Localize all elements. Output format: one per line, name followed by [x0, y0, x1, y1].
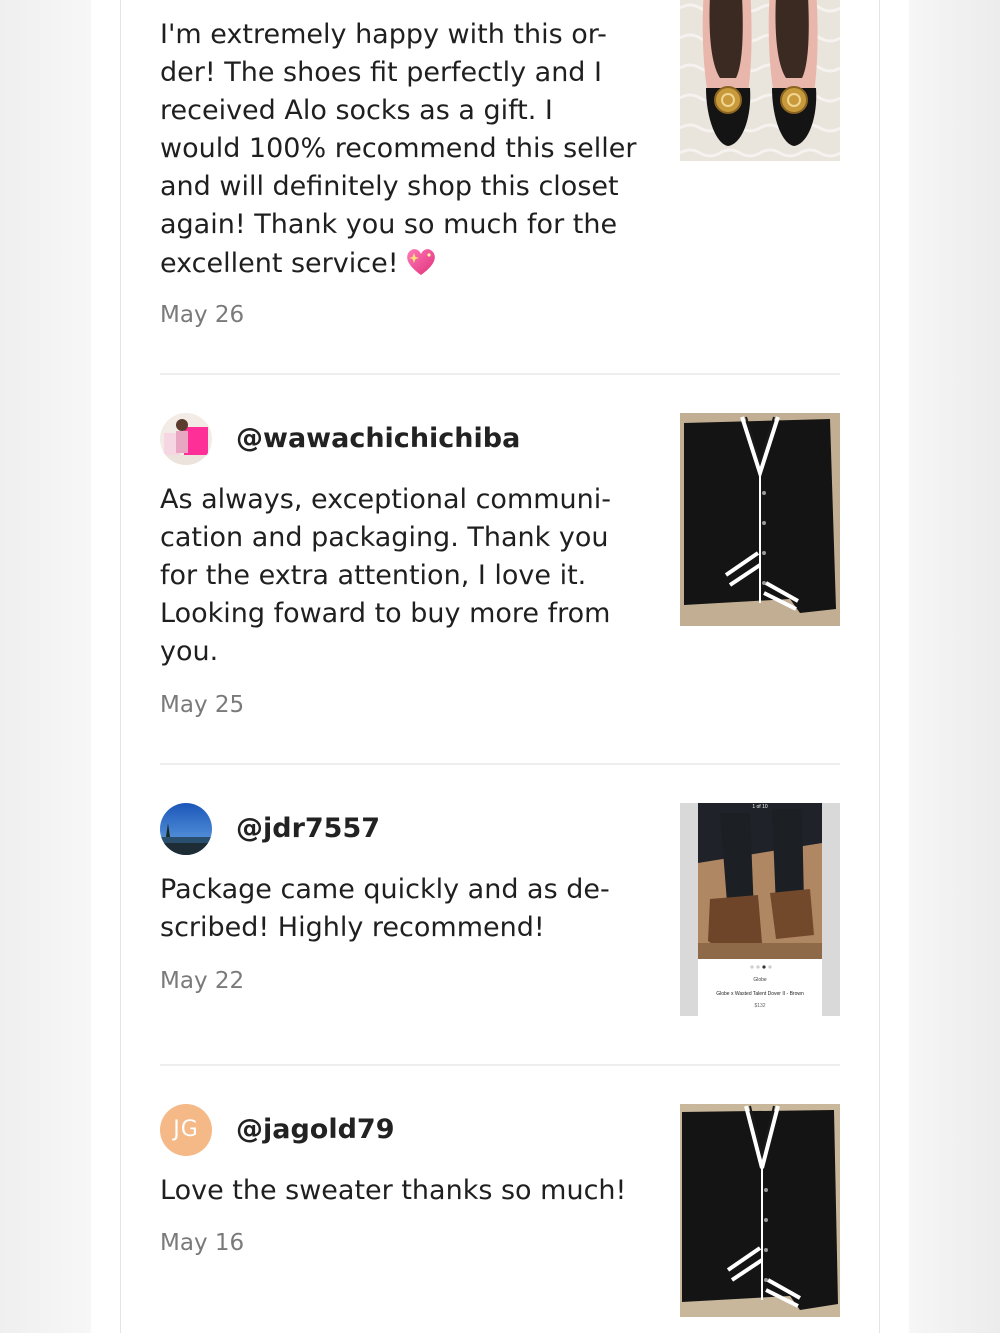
review-text: As always, exceptional communi- cation a… [160, 484, 612, 667]
avatar[interactable] [160, 803, 212, 855]
username[interactable]: @jdr7557 [236, 811, 380, 847]
avatar[interactable] [160, 413, 212, 465]
photo-price: $132 [754, 1003, 765, 1009]
review-photo[interactable]: 1 of 10 Globe Globe x Wasted Talent Dove… [680, 803, 840, 1016]
review-item: JG @jagold79 Love the sweater thanks so … [160, 1104, 840, 1333]
page: I'm extremely happy with this or- der! T… [0, 0, 1000, 1333]
review-photo[interactable] [680, 0, 840, 161]
review-date: May 16 [160, 1230, 245, 1256]
sparkling-heart-icon [403, 244, 439, 289]
review-date: May 25 [160, 692, 245, 718]
review-header: JG @jagold79 [160, 1104, 660, 1158]
review-header: @wawachichichiba [160, 413, 660, 467]
review-date: May 22 [160, 968, 245, 994]
divider [160, 373, 840, 375]
review-item: @wawachichichiba As always, exceptional … [160, 413, 840, 733]
username[interactable]: @jagold79 [236, 1112, 395, 1148]
review-text: Love the sweater thanks so much! [160, 1175, 627, 1206]
review-date: May 26 [160, 302, 245, 328]
review-item: I'm extremely happy with this or- der! T… [160, 0, 840, 360]
review-item: @jdr7557 Package came quickly and as de-… [160, 803, 840, 1033]
photo-title: Globe x Wasted Talent Dover II - Brown [716, 991, 804, 997]
review-text: Package came quickly and as de- scribed!… [160, 874, 610, 943]
review-photo[interactable] [680, 1104, 840, 1317]
divider [160, 763, 840, 765]
review-photo[interactable] [680, 413, 840, 626]
avatar[interactable]: JG [160, 1104, 212, 1156]
review-text: I'm extremely happy with this or- der! T… [160, 16, 640, 289]
username[interactable]: @wawachichichiba [236, 421, 520, 457]
divider [160, 1064, 840, 1066]
photo-counter: 1 of 10 [752, 804, 768, 810]
review-header: @jdr7557 [160, 803, 660, 857]
photo-brand: Globe [753, 977, 767, 983]
